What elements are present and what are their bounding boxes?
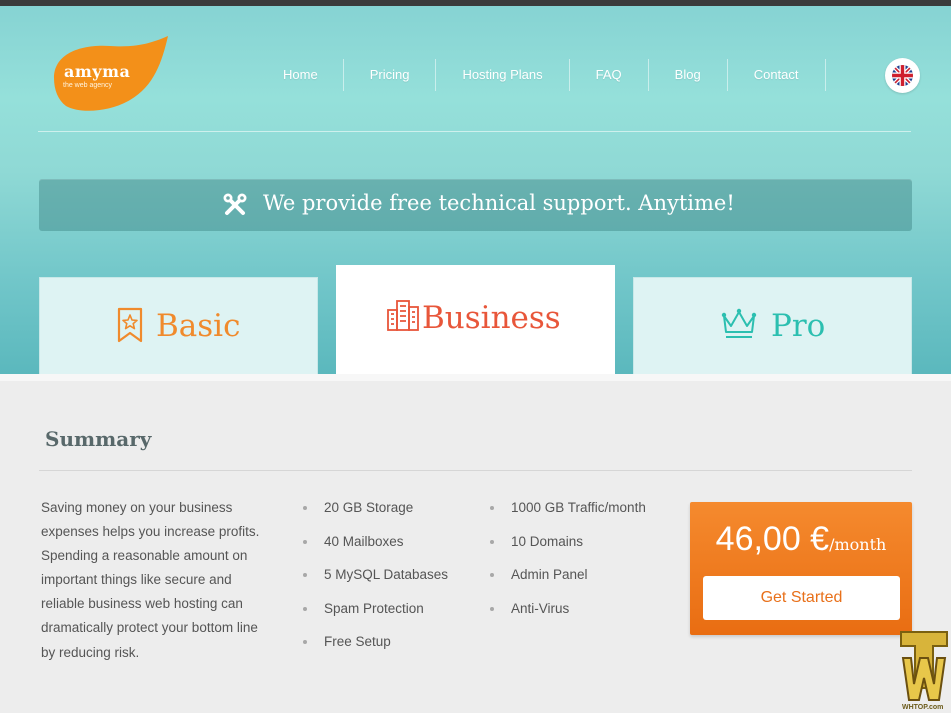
feature-item: 1000 GB Traffic/month [489, 497, 646, 531]
nav-blog[interactable]: Blog [649, 59, 727, 91]
hero: amyma the web agency Home Pricing Hostin… [0, 6, 951, 374]
brand-name: amyma [64, 62, 131, 81]
price-amount: 46,00 € [715, 520, 830, 558]
plan-tab-basic-label: Basic [156, 308, 241, 344]
nav-home[interactable]: Home [258, 59, 343, 91]
summary-title: Summary [45, 427, 152, 451]
summary-description: Saving money on your business expenses h… [41, 500, 260, 660]
feature-item: 10 Domains [489, 531, 646, 565]
hero-divider [38, 131, 911, 132]
tools-icon [223, 193, 247, 215]
watermark-text: WHTOP.com [902, 704, 944, 711]
summary-divider [39, 470, 912, 471]
feature-item: Free Setup [302, 631, 448, 665]
uk-flag-icon [892, 65, 913, 86]
language-switcher[interactable] [885, 58, 920, 93]
plan-tab-pro-label: Pro [771, 308, 826, 344]
feature-item: Spam Protection [302, 598, 448, 632]
nav-pricing[interactable]: Pricing [344, 59, 436, 91]
feature-item: 20 GB Storage [302, 497, 448, 531]
nav-faq[interactable]: FAQ [570, 59, 648, 91]
feature-item: 40 Mailboxes [302, 531, 448, 565]
price-display: 46,00 €/month [690, 520, 912, 559]
tab-panel-top [0, 374, 951, 381]
nav-separator [824, 59, 826, 91]
main-nav: Home Pricing Hosting Plans FAQ Blog Cont… [258, 58, 826, 92]
bookmark-star-icon [117, 307, 143, 343]
plan-tab-business[interactable]: Business [336, 265, 615, 374]
whtop-watermark: WHTOP.com [897, 628, 951, 713]
nav-hosting-plans[interactable]: Hosting Plans [436, 59, 568, 91]
price-box: 46,00 €/month Get Started [690, 502, 912, 635]
support-banner-text: We provide free technical support. Anyti… [263, 191, 735, 215]
plan-tab-basic[interactable]: Basic [39, 277, 318, 374]
brand-logo[interactable]: amyma the web agency [50, 36, 170, 116]
nav-contact[interactable]: Contact [728, 59, 825, 91]
support-banner: We provide free technical support. Anyti… [39, 179, 912, 231]
whtop-logo-icon [900, 631, 948, 701]
feature-item: Anti-Virus [489, 598, 646, 632]
feature-item: Admin Panel [489, 564, 646, 598]
building-icon [387, 300, 419, 331]
get-started-button[interactable]: Get Started [703, 576, 900, 620]
feature-list-2: 1000 GB Traffic/month 10 Domains Admin P… [489, 497, 646, 631]
crown-icon [721, 308, 757, 338]
plan-tab-business-label: Business [422, 300, 561, 336]
plan-tab-pro[interactable]: Pro [633, 277, 912, 374]
price-unit: /month [829, 535, 887, 554]
feature-list-1: 20 GB Storage 40 Mailboxes 5 MySQL Datab… [302, 497, 448, 665]
feature-item: 5 MySQL Databases [302, 564, 448, 598]
brand-tagline: the web agency [63, 82, 113, 89]
